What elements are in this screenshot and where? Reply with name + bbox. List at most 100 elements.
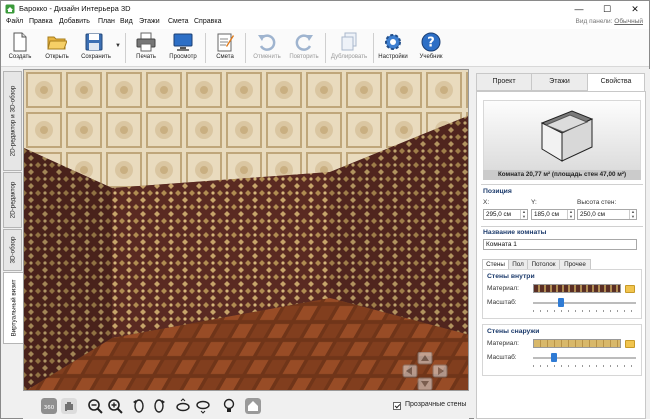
hand-icon[interactable] (61, 398, 77, 414)
preview-button[interactable]: Просмотр (165, 31, 201, 65)
preview-label: Просмотр (169, 54, 197, 60)
properties-panel: Проект Этажи Свойства Комната 20,77 м² (… (474, 69, 650, 419)
open-button[interactable]: Открыть (39, 31, 75, 65)
spinner-arrows-icon[interactable]: ▲ ▼ (520, 209, 527, 219)
inner-material-swatch[interactable] (533, 284, 621, 293)
inner-walls-group: Стены внутри Материал: Масштаб: (482, 269, 642, 319)
outer-material-swatch[interactable] (533, 339, 621, 348)
lightbulb-icon[interactable] (221, 398, 237, 414)
viewport-toolbar: 360 Прозрачные стены (23, 393, 469, 419)
tab-2d-editor-and-3d-label: 2D-редактор и 3D-обзор (9, 85, 16, 157)
tab-properties[interactable]: Свойства (587, 73, 645, 92)
wall-height-field[interactable]: 250,0 см ▲ ▼ (577, 209, 637, 220)
menu-floors[interactable]: Этажи (139, 18, 160, 25)
folder-icon[interactable] (625, 285, 635, 293)
minimize-button[interactable]: — (565, 1, 593, 17)
x-label: X: (483, 199, 490, 206)
x-position-value: 295,0 см (486, 211, 511, 218)
transparent-walls-checkbox[interactable] (393, 402, 401, 410)
spinner-arrows-icon[interactable]: ▲ ▼ (567, 209, 574, 219)
tilt-down-icon[interactable] (195, 398, 211, 414)
tutorial-button[interactable]: ? Учебник (414, 31, 448, 65)
home-icon[interactable] (245, 398, 261, 414)
panel-view-value[interactable]: Обычный (614, 18, 643, 25)
folder-icon[interactable] (625, 340, 635, 348)
rotate-right-icon[interactable] (151, 398, 167, 414)
estimate-button[interactable]: Смета (209, 31, 241, 65)
inner-scale-slider-thumb[interactable] (557, 298, 564, 307)
svg-text:?: ? (427, 36, 435, 51)
room-name-input[interactable]: Комната 1 (483, 239, 637, 250)
save-button[interactable]: Сохранить (76, 31, 116, 65)
menu-bar: Файл Правка Добавить План Вид Этажи Смет… (1, 17, 649, 29)
settings-label: Настройки (378, 54, 408, 60)
tab-2d-editor[interactable]: 2D-редактор (3, 172, 22, 228)
3d-viewport[interactable] (23, 69, 469, 391)
y-label: Y: (531, 199, 537, 206)
zoom-in-icon[interactable] (107, 398, 123, 414)
tab-virtual-visit-label: Виртуальный визит (10, 279, 18, 337)
window-title: Барокко - Дизайн Интерьера 3D (19, 4, 131, 13)
monitor-icon (173, 33, 193, 51)
redo-label: Повторить (289, 54, 319, 60)
rotate-left-icon[interactable] (131, 398, 147, 414)
tab-floors[interactable]: Этажи (531, 73, 588, 91)
menu-edit[interactable]: Правка (29, 18, 53, 25)
x-position-field[interactable]: 295,0 см ▲ ▼ (483, 209, 528, 220)
outer-scale-slider[interactable] (533, 357, 636, 359)
maximize-button[interactable]: ☐ (593, 1, 621, 17)
wall-height-label: Высота стен: (577, 199, 617, 206)
panel-view-selector[interactable]: Вид панели: Обычный (576, 18, 643, 25)
save-dropdown-arrow[interactable]: ▼ (114, 31, 122, 65)
menu-plan[interactable]: План (98, 18, 115, 25)
tab-3d-view[interactable]: 3D-обзор (3, 229, 22, 271)
zoom-out-icon[interactable] (87, 398, 103, 414)
y-position-field[interactable]: 185,0 см ▲ ▼ (531, 209, 575, 220)
floppy-disk-icon (85, 33, 103, 51)
redo-button[interactable]: Повторить (285, 31, 323, 65)
create-label: Создать (8, 54, 32, 60)
save-label: Сохранить (81, 54, 111, 60)
position-section-title: Позиция (483, 188, 512, 195)
slider-ticks (533, 310, 636, 312)
chevron-down-icon: ▼ (115, 43, 121, 49)
navigation-arrows[interactable] (397, 352, 453, 390)
redo-icon (295, 34, 313, 51)
rotate-360-icon[interactable]: 360 (41, 398, 57, 414)
menu-estimate[interactable]: Смета (168, 18, 189, 25)
toolbar-separator (373, 33, 374, 63)
create-button[interactable]: Создать (4, 31, 36, 65)
tab-project[interactable]: Проект (476, 73, 532, 91)
duplicate-label: Дублировать (330, 54, 368, 60)
tilt-up-icon[interactable] (175, 398, 191, 414)
tutorial-label: Учебник (419, 54, 443, 60)
outer-walls-title: Стены снаружи (487, 328, 540, 335)
settings-button[interactable]: Настройки (375, 31, 411, 65)
wall-height-value: 250,0 см (580, 211, 605, 218)
print-button[interactable]: Печать (129, 31, 163, 65)
room-preview (483, 100, 641, 178)
tab-2d-editor-and-3d[interactable]: 2D-редактор и 3D-обзор (3, 71, 22, 171)
room-name-value: Комната 1 (486, 241, 517, 248)
menu-file[interactable]: Файл (6, 18, 23, 25)
outer-material-label: Материал: (487, 340, 519, 347)
undo-button[interactable]: Отменить (249, 31, 285, 65)
room-area-caption: Комната 20,77 м² (площадь стен 47,00 м²) (483, 170, 641, 180)
inner-scale-slider[interactable] (533, 302, 636, 304)
duplicate-button[interactable]: Дублировать (327, 31, 371, 65)
gear-icon (385, 34, 401, 50)
close-button[interactable]: ✕ (621, 1, 649, 17)
tab-virtual-visit[interactable]: Виртуальный визит (3, 272, 24, 344)
divider (481, 184, 643, 185)
inner-scale-label: Масштаб: (487, 299, 517, 306)
slider-ticks (533, 365, 636, 367)
app-logo-icon (5, 4, 15, 14)
outer-scale-slider-thumb[interactable] (550, 353, 557, 362)
menu-view[interactable]: Вид (120, 18, 133, 25)
menu-help[interactable]: Справка (194, 18, 221, 25)
menu-add[interactable]: Добавить (59, 18, 90, 25)
transparent-walls-label: Прозрачные стены (405, 401, 467, 408)
spinner-arrows-icon[interactable]: ▲ ▼ (629, 209, 636, 219)
app-window: Барокко - Дизайн Интерьера 3D — ☐ ✕ Файл… (0, 0, 650, 419)
tab-3d-view-label: 3D-обзор (9, 236, 16, 264)
